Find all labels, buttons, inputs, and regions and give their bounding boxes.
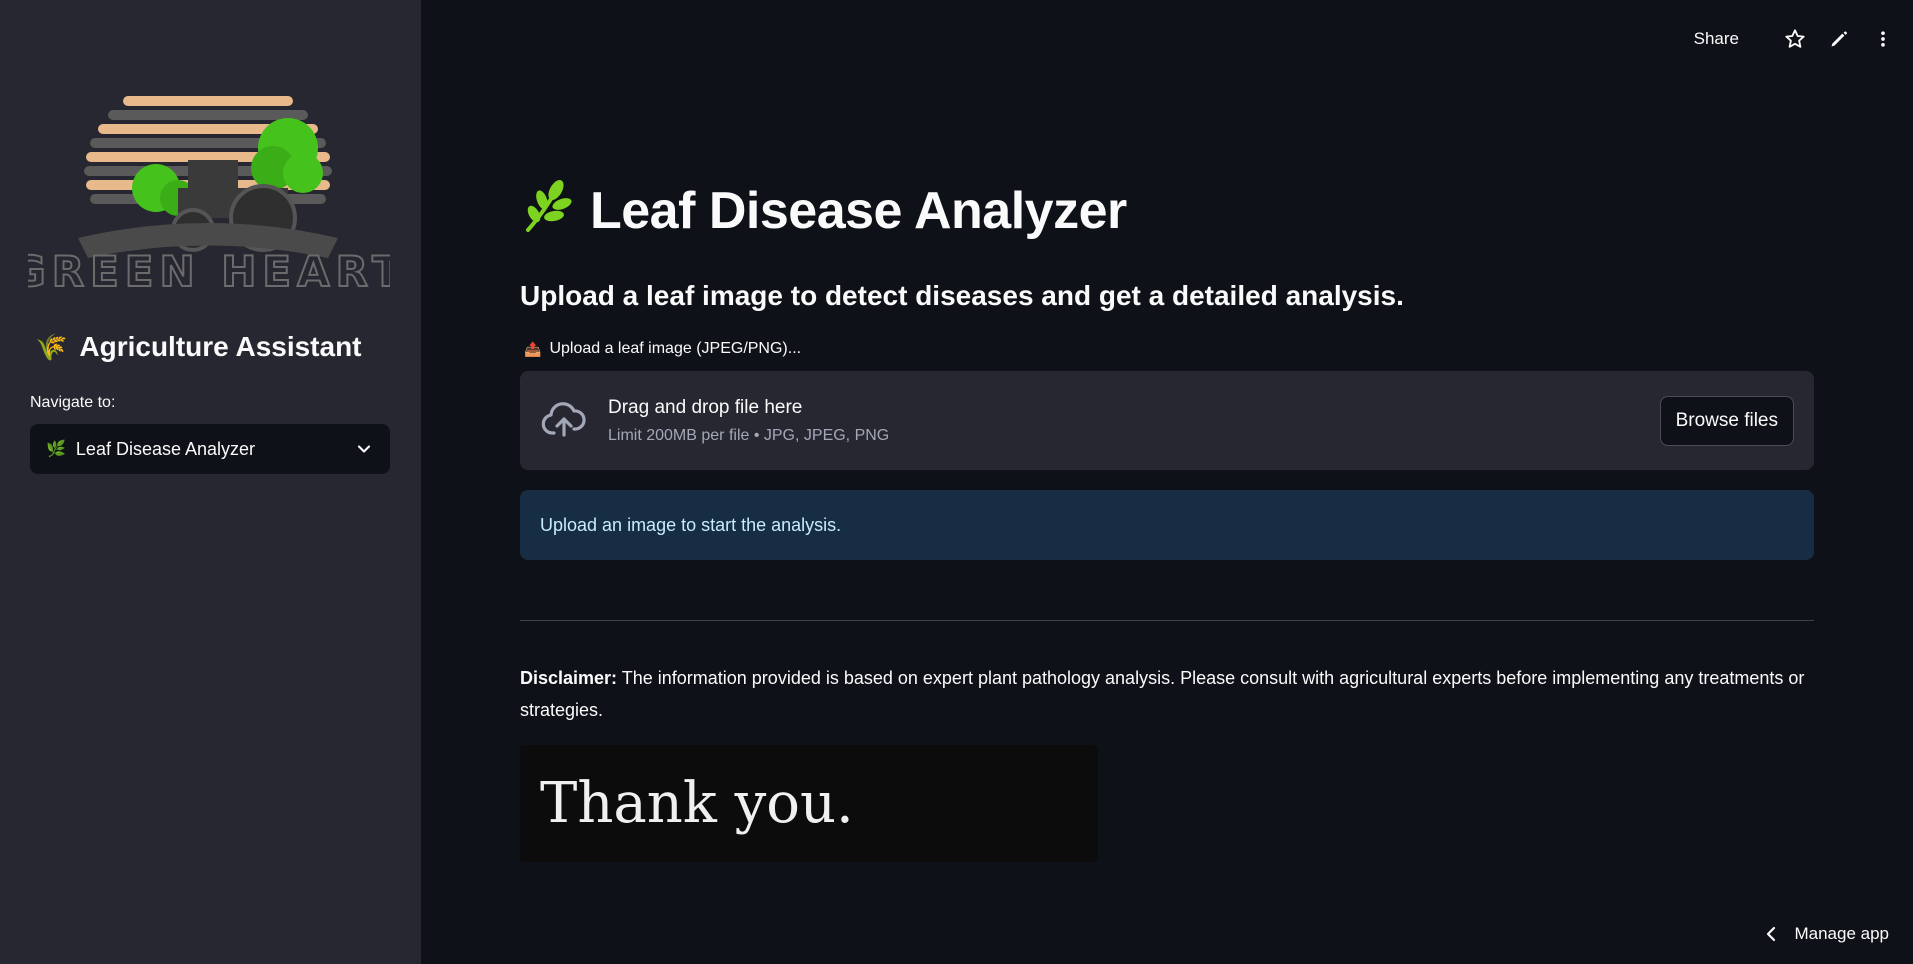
disclaimer: Disclaimer: The information provided is … [520, 662, 1814, 726]
top-toolbar: Share [1694, 0, 1913, 78]
green-heart-logo: GREEN HEART [28, 88, 390, 298]
manage-app-button[interactable]: Manage app [1764, 924, 1889, 944]
page-title: Leaf Disease Analyzer [520, 178, 1127, 243]
page-title-text: Leaf Disease Analyzer [590, 181, 1127, 240]
more-vertical-icon[interactable] [1871, 27, 1895, 51]
upload-label-text: Upload a leaf image (JPEG/PNG)... [549, 340, 802, 357]
disclaimer-text: The information provided is based on exp… [520, 668, 1805, 720]
file-dropzone[interactable]: Drag and drop file here Limit 200MB per … [520, 371, 1814, 470]
share-button[interactable]: Share [1694, 29, 1739, 49]
sidebar-title-text: Agriculture Assistant [79, 331, 362, 362]
page-subtitle: Upload a leaf image to detect diseases a… [520, 280, 1404, 311]
navigation-select-value: Leaf Disease Analyzer [75, 438, 256, 459]
dropzone-limits: Limit 200MB per file • JPG, JPEG, PNG [608, 426, 890, 444]
sidebar: GREEN HEART 🌾 Agriculture Assistant Navi… [0, 0, 421, 964]
dropzone-title: Drag and drop file here [608, 396, 803, 418]
herb-icon [520, 178, 572, 243]
outbox-icon: 📤 [524, 340, 542, 357]
herb-icon: 🌿 [46, 441, 66, 458]
divider [520, 620, 1814, 621]
disclaimer-label: Disclaimer: [520, 668, 618, 688]
star-icon[interactable] [1783, 27, 1807, 51]
manage-app-label: Manage app [1794, 924, 1889, 943]
navigate-label: Navigate to: [30, 394, 116, 411]
wheat-icon: 🌾 [35, 332, 68, 362]
chevron-left-icon [1767, 926, 1776, 942]
thank-you-text: Thank you. [540, 771, 854, 836]
browse-files-button[interactable]: Browse files [1659, 395, 1794, 446]
cloud-upload-icon [541, 401, 586, 437]
upload-label: 📤 Upload a leaf image (JPEG/PNG)... [524, 340, 801, 358]
chevron-down-icon[interactable] [354, 439, 374, 459]
logo-text: GREEN HEART [28, 247, 390, 296]
dropzone-text: Drag and drop file here Limit 200MB per … [608, 397, 1660, 445]
navigation-select[interactable]: 🌿 Leaf Disease Analyzer [30, 424, 390, 474]
info-alert: Upload an image to start the analysis. [520, 490, 1814, 560]
sidebar-title: 🌾 Agriculture Assistant [35, 331, 362, 363]
pencil-icon[interactable] [1827, 27, 1851, 51]
thank-you-image: Thank you. [520, 745, 1098, 862]
